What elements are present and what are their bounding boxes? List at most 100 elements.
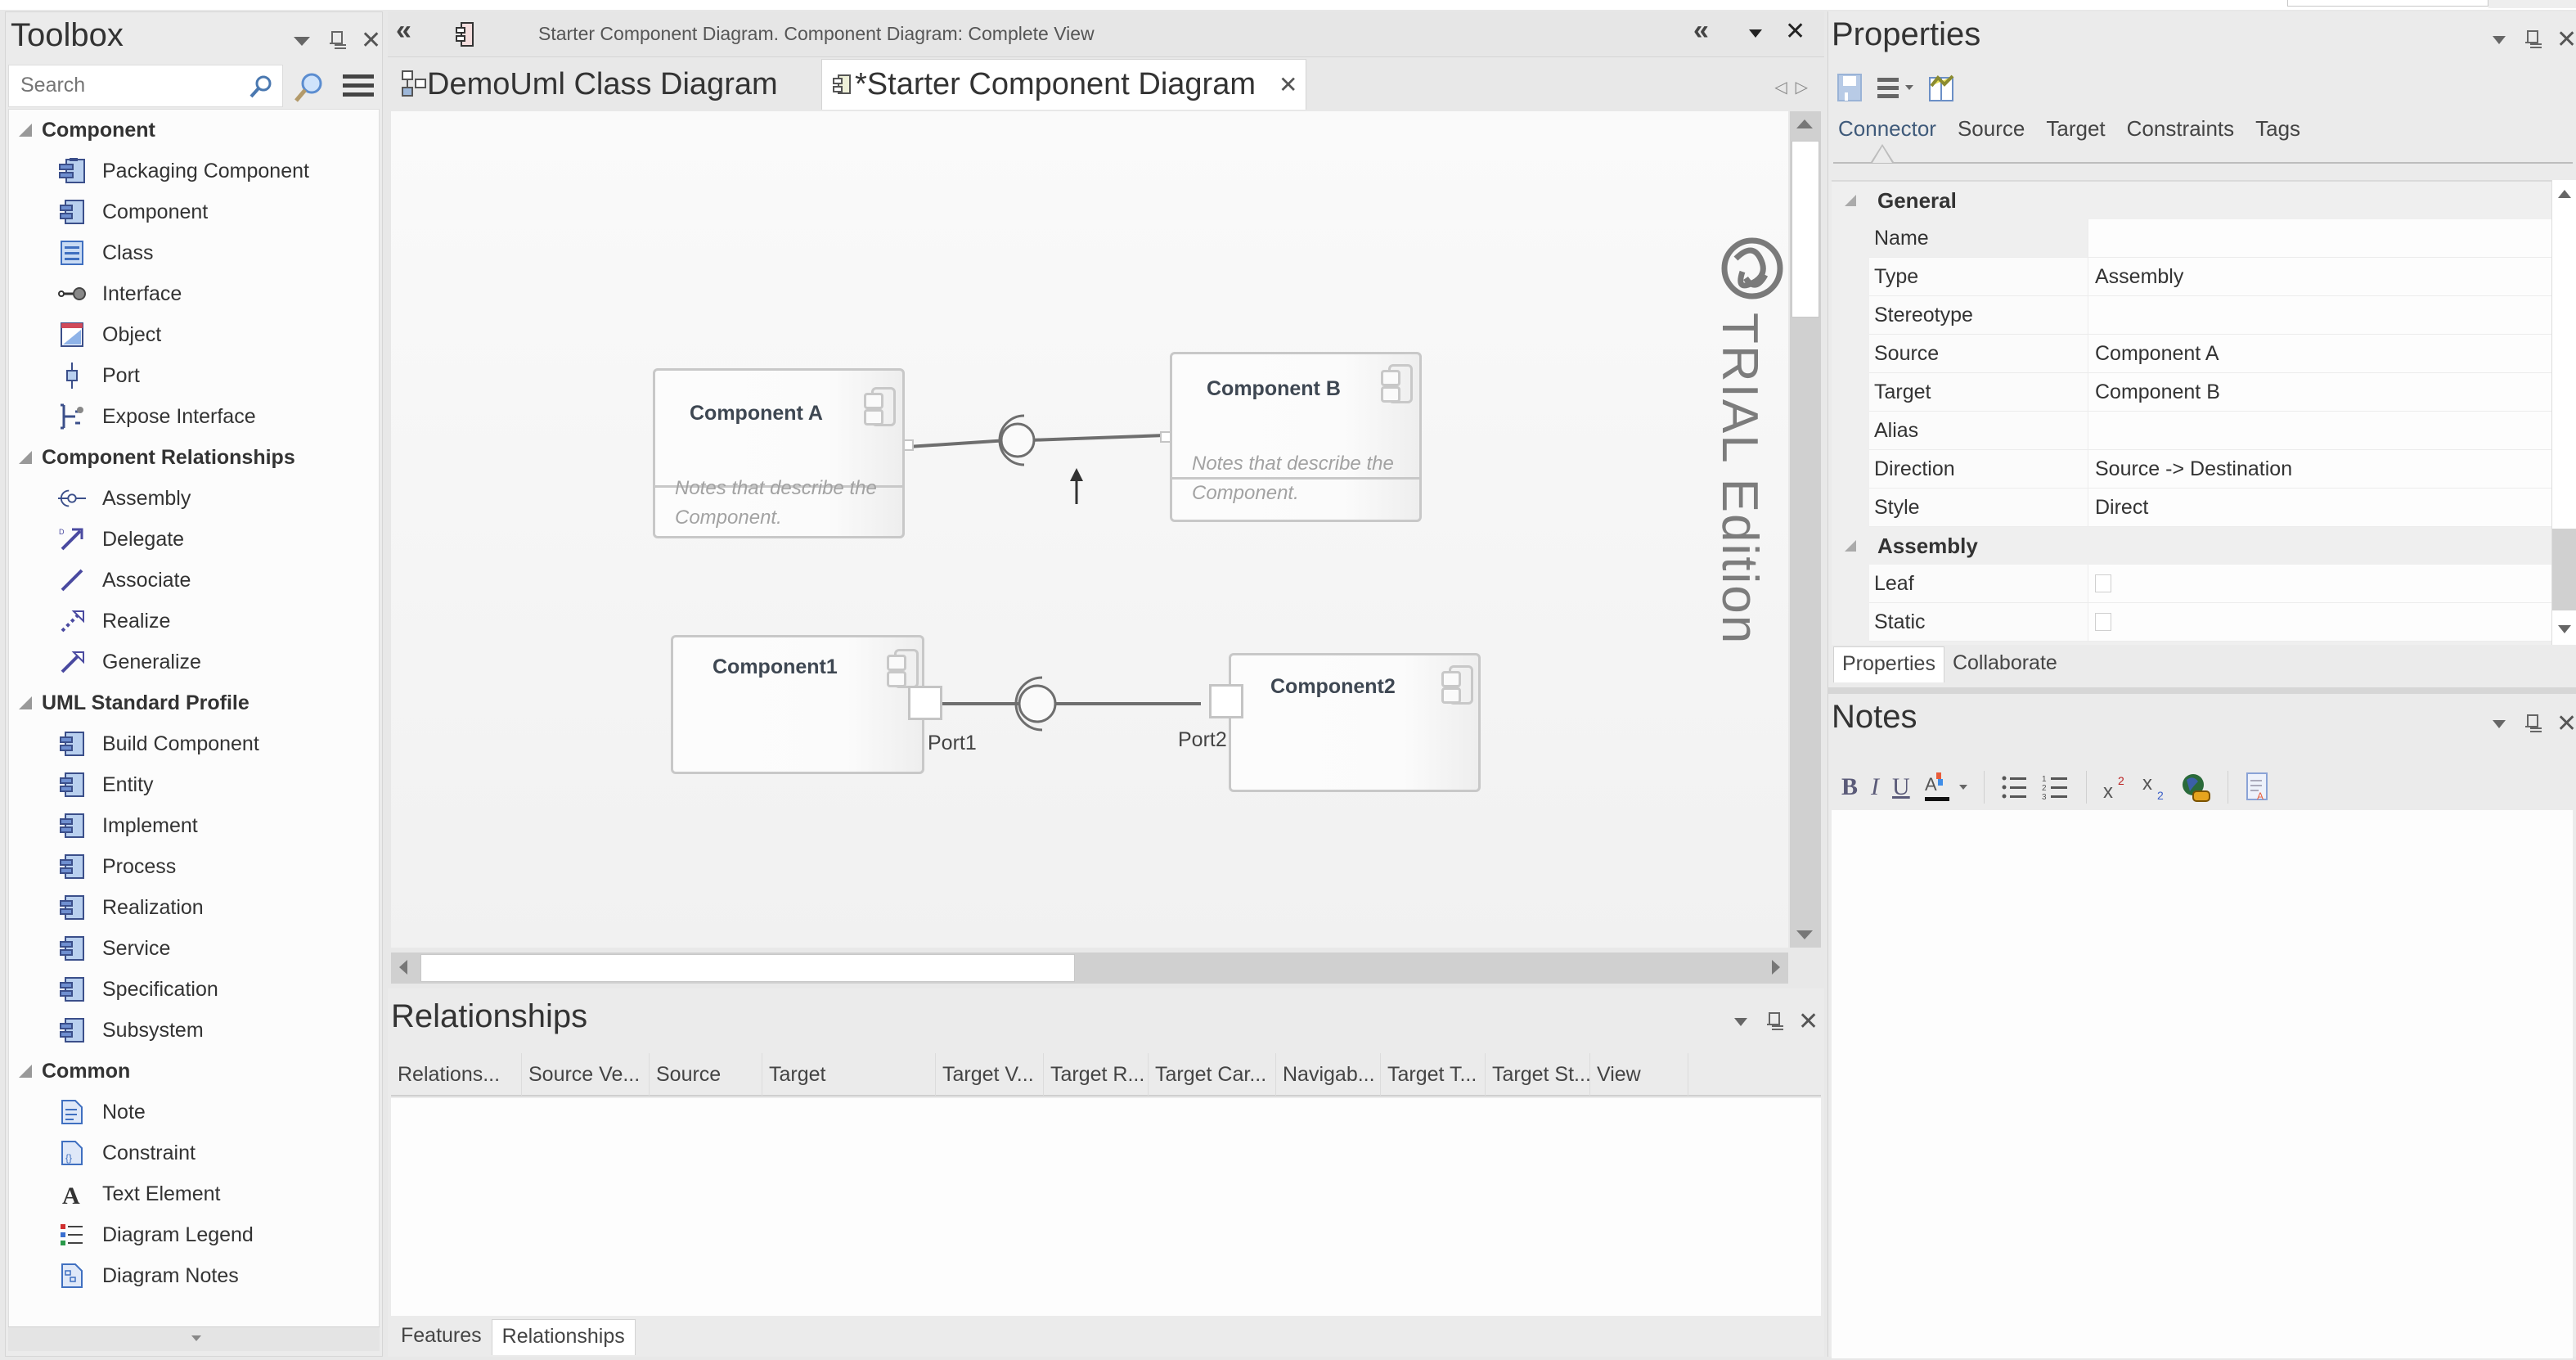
list-view-dropdown-icon[interactable] bbox=[1905, 85, 1913, 90]
font-color-icon[interactable]: A bbox=[1923, 771, 1953, 804]
bullet-list-icon[interactable] bbox=[2001, 773, 2029, 801]
property-row[interactable]: Static bbox=[1869, 603, 2566, 642]
column-header[interactable]: Source Ve... bbox=[522, 1053, 650, 1096]
component-1[interactable]: Component1 bbox=[671, 635, 924, 774]
property-value[interactable] bbox=[2088, 219, 2566, 257]
component-a[interactable]: Component A Notes that describe the Comp… bbox=[653, 368, 905, 538]
font-color-dropdown-icon[interactable] bbox=[1958, 785, 1967, 790]
property-value[interactable]: Source -> Destination bbox=[2088, 450, 2566, 488]
property-row[interactable]: Stereotype bbox=[1869, 296, 2566, 335]
scroll-down-icon[interactable] bbox=[2558, 625, 2571, 633]
toolbox-group-header[interactable]: UML Standard Profile bbox=[9, 682, 379, 723]
toolbox-item[interactable]: Realization bbox=[9, 887, 379, 928]
hyperlink-icon[interactable] bbox=[2182, 772, 2211, 803]
toolbox-group-header[interactable]: Common bbox=[9, 1051, 379, 1092]
toolbox-scroll-down[interactable] bbox=[8, 1326, 380, 1351]
document-icon[interactable]: A bbox=[2245, 772, 2271, 803]
save-icon[interactable] bbox=[1836, 73, 1863, 102]
tab-properties[interactable]: Properties bbox=[1833, 646, 1944, 682]
properties-tab[interactable]: Target bbox=[2046, 116, 2105, 142]
toolbox-item[interactable]: Build Component bbox=[9, 723, 379, 764]
column-header[interactable]: Target V... bbox=[936, 1053, 1044, 1096]
collapse-left-icon[interactable]: « bbox=[396, 15, 411, 47]
search-icon[interactable] bbox=[248, 74, 274, 104]
tab-features[interactable]: Features bbox=[391, 1319, 492, 1355]
toolbox-item[interactable]: Generalize bbox=[9, 642, 379, 682]
notes-pin-icon[interactable] bbox=[2525, 714, 2538, 734]
property-checkbox[interactable] bbox=[2095, 574, 2111, 592]
scroll-right-icon[interactable] bbox=[1772, 960, 1780, 975]
property-row[interactable]: Direction Source -> Destination bbox=[1869, 450, 2566, 489]
numbered-list-icon[interactable]: 123 bbox=[2042, 773, 2070, 801]
scroll-thumb[interactable] bbox=[420, 954, 1075, 982]
scroll-thumb[interactable] bbox=[1792, 141, 1819, 317]
underline-button[interactable]: U bbox=[1892, 773, 1910, 801]
toolbox-item[interactable]: Expose Interface bbox=[9, 396, 379, 437]
toolbox-item[interactable]: Implement bbox=[9, 805, 379, 846]
diagram-dropdown-icon[interactable] bbox=[1749, 29, 1762, 38]
properties-tab[interactable]: Constraints bbox=[2127, 116, 2235, 142]
properties-window-icon[interactable] bbox=[1928, 73, 1956, 102]
toolbox-item[interactable]: Interface bbox=[9, 273, 379, 314]
property-value[interactable]: Component B bbox=[2088, 373, 2566, 411]
property-value[interactable] bbox=[2088, 296, 2566, 334]
toolbox-item[interactable]: Realize bbox=[9, 601, 379, 642]
properties-tab[interactable]: Connector bbox=[1838, 116, 1936, 142]
column-header[interactable]: Navigab... bbox=[1276, 1053, 1381, 1096]
toolbox-item[interactable]: Assembly bbox=[9, 478, 379, 519]
tab-starter-component-diagram[interactable]: *Starter Component Diagram ✕ bbox=[821, 59, 1307, 110]
assembly-connector-line[interactable] bbox=[1028, 434, 1166, 442]
tab-collaborate[interactable]: Collaborate bbox=[1944, 646, 2066, 682]
component-b[interactable]: Component B Notes that describe the Comp… bbox=[1170, 352, 1422, 522]
toolbox-item[interactable]: Subsystem bbox=[9, 1010, 379, 1051]
property-row[interactable]: Alias bbox=[1869, 412, 2566, 450]
superscript-icon[interactable]: x2 bbox=[2103, 773, 2129, 801]
diagram-close-icon[interactable]: ✕ bbox=[1785, 20, 1805, 44]
property-value[interactable]: Component A bbox=[2088, 335, 2566, 372]
relationships-close-icon[interactable]: ✕ bbox=[1798, 1010, 1818, 1034]
toolbox-item[interactable]: Process bbox=[9, 846, 379, 887]
toolbox-menu-icon[interactable] bbox=[343, 74, 374, 97]
assembly-connector-line[interactable] bbox=[907, 439, 1009, 448]
properties-tab[interactable]: Source bbox=[1958, 116, 2025, 142]
diagram-canvas[interactable]: Component A Notes that describe the Comp… bbox=[391, 111, 1788, 948]
properties-dropdown-icon[interactable] bbox=[2493, 36, 2506, 44]
property-group-header[interactable]: Assembly bbox=[1832, 527, 2566, 565]
toolbox-pin-icon[interactable] bbox=[330, 31, 343, 51]
scroll-down-icon[interactable] bbox=[1796, 930, 1813, 939]
column-header[interactable]: Target T... bbox=[1381, 1053, 1486, 1096]
toolbox-group-header[interactable]: Component bbox=[9, 110, 379, 151]
properties-tab[interactable]: Tags bbox=[2255, 116, 2300, 142]
diagram-vertical-scrollbar[interactable] bbox=[1790, 111, 1821, 948]
notes-dropdown-icon[interactable] bbox=[2493, 720, 2506, 728]
column-header[interactable]: Relations... bbox=[391, 1053, 522, 1096]
scroll-up-icon[interactable] bbox=[1796, 119, 1813, 128]
italic-button[interactable]: I bbox=[1871, 773, 1879, 801]
diagram-horizontal-scrollbar[interactable] bbox=[391, 952, 1788, 984]
scroll-left-icon[interactable] bbox=[399, 960, 407, 975]
toolbox-item[interactable]: Diagram Notes bbox=[9, 1255, 379, 1296]
column-header[interactable]: Source bbox=[650, 1053, 762, 1096]
properties-pin-icon[interactable] bbox=[2525, 30, 2538, 50]
top-search-field[interactable] bbox=[2287, 0, 2488, 7]
toolbox-close-icon[interactable]: ✕ bbox=[361, 29, 381, 53]
property-group-header[interactable]: General bbox=[1832, 182, 2566, 219]
toolbox-item[interactable]: Port bbox=[9, 355, 379, 396]
tab-relationships[interactable]: Relationships bbox=[491, 1319, 636, 1355]
property-value[interactable]: Assembly bbox=[2088, 258, 2566, 295]
toolbox-item[interactable]: Class bbox=[9, 232, 379, 273]
port-1[interactable] bbox=[908, 686, 942, 720]
tab-scroll-arrows[interactable]: ◁▷ bbox=[1774, 77, 1816, 97]
bold-button[interactable]: B bbox=[1841, 773, 1858, 801]
toolbox-item[interactable]: Diagram Legend bbox=[9, 1214, 379, 1255]
relationships-dropdown-icon[interactable] bbox=[1734, 1018, 1747, 1026]
column-header[interactable]: Target Car... bbox=[1149, 1053, 1276, 1096]
collapse-right-icon[interactable]: « bbox=[1693, 15, 1709, 47]
notes-close-icon[interactable]: ✕ bbox=[2556, 712, 2576, 736]
notes-editor[interactable] bbox=[1832, 810, 2573, 1358]
toolbox-item[interactable]: Service bbox=[9, 928, 379, 969]
relationships-pin-icon[interactable] bbox=[1767, 1012, 1780, 1032]
property-row[interactable]: Type Assembly bbox=[1869, 258, 2566, 296]
column-header[interactable]: Target R... bbox=[1044, 1053, 1149, 1096]
toolbox-item[interactable]: Packaging Component bbox=[9, 151, 379, 191]
